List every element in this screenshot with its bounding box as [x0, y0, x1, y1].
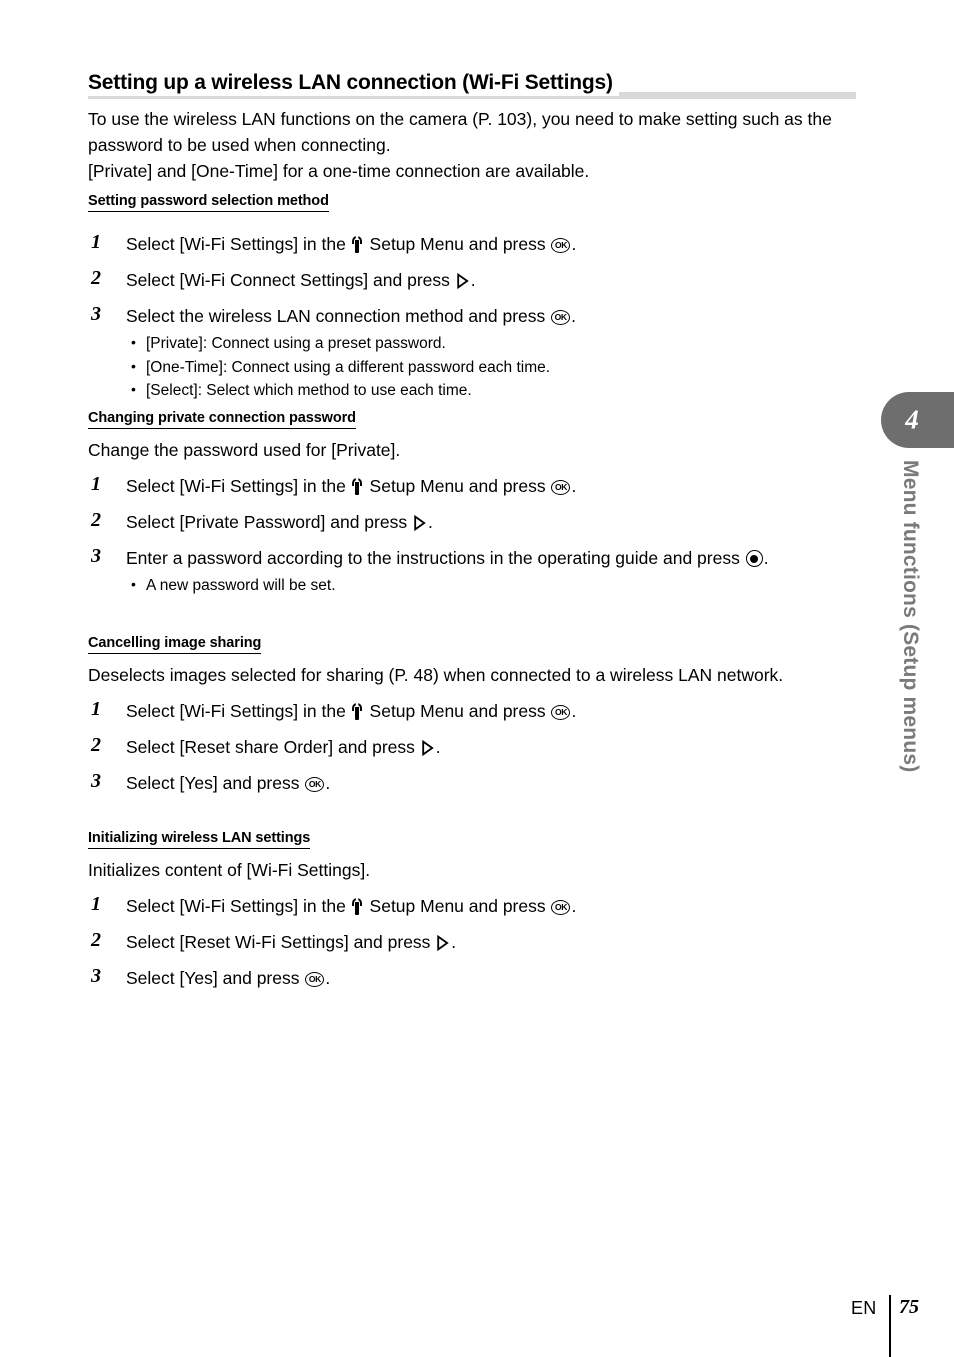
- right-triangle-icon: [437, 935, 450, 951]
- footer-divider: [889, 1295, 891, 1357]
- chapter-title-vertical: Menu functions (Setup menus): [899, 460, 922, 773]
- step-text-part: .: [325, 968, 331, 988]
- step-text-part: .: [325, 773, 331, 793]
- step-item: 1 Select [Wi-Fi Settings] in the Setup M…: [88, 698, 856, 724]
- ok-button-icon: OK: [305, 776, 325, 792]
- section-heading: Changing private connection password: [88, 410, 356, 429]
- step-text-part: .: [427, 512, 433, 532]
- chapter-tab-badge: 4: [881, 392, 954, 448]
- step-item: 2 Select [Wi-Fi Connect Settings] and pr…: [88, 267, 856, 293]
- step-item: 1 Select [Wi-Fi Settings] in the Setup M…: [88, 231, 856, 257]
- step-item: 3 Select [Yes] and press OK.: [88, 965, 856, 991]
- step-item: 3 Enter a password according to the inst…: [88, 545, 856, 598]
- step-text-part: Select [Wi-Fi Settings] in the: [126, 896, 351, 916]
- intro-paragraph: To use the wireless LAN functions on the…: [88, 106, 856, 184]
- step-text-part: Select [Wi-Fi Settings] in the: [126, 234, 351, 254]
- wrench-icon: [352, 236, 363, 253]
- ok-button-icon: OK: [551, 704, 571, 720]
- step-item: 1 Select [Wi-Fi Settings] in the Setup M…: [88, 473, 856, 499]
- ok-button-icon: OK: [551, 899, 571, 915]
- step-number: 1: [91, 698, 101, 720]
- step-text-part: Setup Menu and press: [364, 896, 551, 916]
- list-item: [Select]: Select which method to use eac…: [126, 378, 856, 403]
- intro-line-2: [Private] and [One-Time] for a one-time …: [88, 161, 590, 181]
- list-item: [One-Time]: Connect using a different pa…: [126, 355, 856, 380]
- step-number: 1: [91, 893, 101, 915]
- step-item: 2 Select [Reset share Order] and press .: [88, 734, 856, 760]
- step-number: 2: [91, 509, 101, 531]
- step-text-part: .: [435, 737, 441, 757]
- bullet-list: A new password will be set.: [126, 573, 856, 598]
- step-text-part: .: [571, 701, 577, 721]
- step-text-part: Select [Reset share Order] and press: [126, 737, 420, 757]
- footer-page-number: 75: [899, 1296, 919, 1318]
- list-item: A new password will be set.: [126, 573, 856, 598]
- step-text-part: Select [Private Password] and press: [126, 512, 412, 532]
- section-heading: Cancelling image sharing: [88, 635, 261, 654]
- step-text-part: .: [763, 548, 769, 568]
- step-number: 3: [91, 303, 101, 325]
- list-item: [Private]: Connect using a preset passwo…: [126, 331, 856, 356]
- right-triangle-icon: [414, 515, 426, 531]
- bullet-list: [Private]: Connect using a preset passwo…: [126, 331, 856, 403]
- step-number: 3: [91, 545, 101, 567]
- step-number: 2: [91, 734, 101, 756]
- step-number: 3: [91, 770, 101, 792]
- section-initializing-wireless-lan-settings: Initializing wireless LAN settings Initi…: [88, 829, 856, 991]
- step-item: 3 Select [Yes] and press OK.: [88, 770, 856, 796]
- section-heading: Setting password selection method: [88, 193, 329, 212]
- section-heading: Initializing wireless LAN settings: [88, 830, 310, 849]
- step-number: 2: [91, 929, 101, 951]
- step-number: 1: [91, 473, 101, 495]
- step-text-part: .: [571, 896, 577, 916]
- ok-button-icon: OK: [305, 971, 325, 987]
- step-item: 1 Select [Wi-Fi Settings] in the Setup M…: [88, 893, 856, 919]
- right-triangle-icon: [457, 273, 469, 289]
- step-item: 3 Select the wireless LAN connection met…: [88, 303, 856, 403]
- section-description: Change the password used for [Private].: [88, 440, 401, 460]
- step-number: 3: [91, 965, 101, 987]
- step-text-part: Select [Wi-Fi Connect Settings] and pres…: [126, 270, 455, 290]
- step-text-part: Select [Yes] and press: [126, 968, 305, 988]
- step-text-part: Enter a password according to the instru…: [126, 548, 745, 568]
- intro-line-1: To use the wireless LAN functions on the…: [88, 109, 832, 155]
- step-number: 2: [91, 267, 101, 289]
- step-text-part: Select [Reset Wi-Fi Settings] and press: [126, 932, 436, 952]
- chapter-number: 4: [905, 404, 919, 435]
- step-text-part: .: [571, 234, 577, 254]
- step-text-part: Select [Wi-Fi Settings] in the: [126, 476, 351, 496]
- ok-button-icon: OK: [551, 479, 571, 495]
- page-title-block: Setting up a wireless LAN connection (Wi…: [88, 70, 856, 99]
- step-text-part: .: [451, 932, 457, 952]
- section-description: Initializes content of [Wi-Fi Settings].: [88, 860, 371, 880]
- step-item: 2 Select [Private Password] and press .: [88, 509, 856, 535]
- step-text-part: Select the wireless LAN connection metho…: [126, 306, 551, 326]
- ok-button-icon: OK: [551, 237, 571, 253]
- step-text-part: Setup Menu and press: [364, 234, 551, 254]
- section-description: Deselects images selected for sharing (P…: [88, 665, 784, 685]
- step-item: 2 Select [Reset Wi-Fi Settings] and pres…: [88, 929, 856, 955]
- footer-language-code: EN: [851, 1298, 877, 1318]
- step-text-part: .: [571, 476, 577, 496]
- wrench-icon: [352, 898, 363, 915]
- center-button-icon: [745, 550, 763, 567]
- section-setting-password-selection-method: Setting password selection method 1 Sele…: [88, 192, 856, 403]
- step-text-part: Setup Menu and press: [364, 476, 551, 496]
- wrench-icon: [352, 478, 363, 495]
- page-title: Setting up a wireless LAN connection (Wi…: [88, 70, 619, 96]
- section-changing-private-connection-password: Changing private connection password Cha…: [88, 409, 856, 598]
- step-text-part: Select [Yes] and press: [126, 773, 305, 793]
- step-text-part: .: [571, 306, 576, 326]
- wrench-icon: [352, 703, 363, 720]
- step-text-part: .: [470, 270, 476, 290]
- step-text-part: Setup Menu and press: [364, 701, 551, 721]
- step-text-part: Select [Wi-Fi Settings] in the: [126, 701, 351, 721]
- section-cancelling-image-sharing: Cancelling image sharing Deselects image…: [88, 634, 856, 796]
- right-triangle-icon: [422, 740, 434, 756]
- ok-button-icon: OK: [551, 309, 571, 325]
- step-number: 1: [91, 231, 101, 253]
